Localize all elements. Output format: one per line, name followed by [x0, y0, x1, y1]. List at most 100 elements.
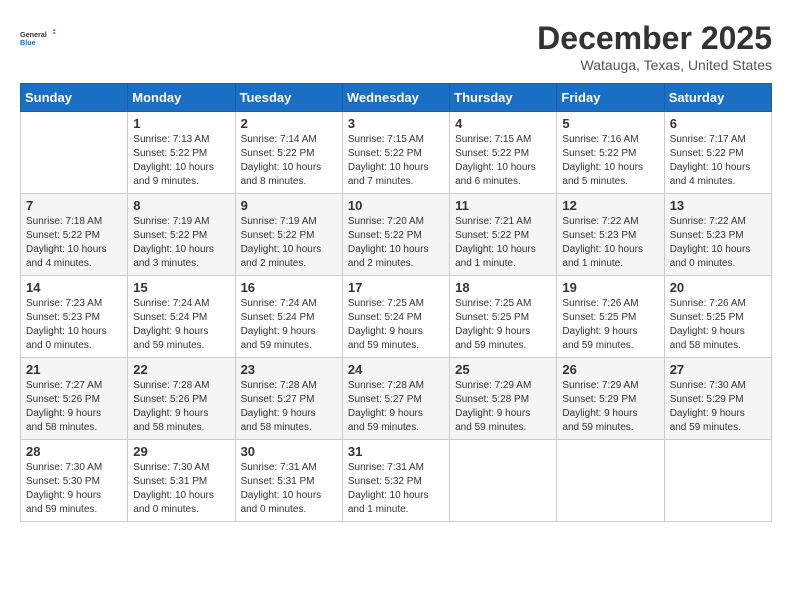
- calendar-cell: 8 Sunrise: 7:19 AMSunset: 5:22 PMDaylight…: [128, 194, 235, 276]
- calendar-cell: 10Sunrise: 7:20 AMSunset: 5:22 PMDayligh…: [342, 194, 449, 276]
- calendar-cell: [557, 440, 664, 522]
- day-info: Sunrise: 7:14 AMSunset: 5:22 PMDaylight:…: [241, 133, 337, 189]
- calendar-cell: [21, 112, 128, 194]
- day-number: 21: [26, 362, 122, 377]
- day-number: 3: [348, 116, 444, 131]
- day-number: 25: [455, 362, 551, 377]
- calendar-cell: 17Sunrise: 7:25 AMSunset: 5:24 PMDayligh…: [342, 276, 449, 358]
- day-number: 11: [455, 198, 551, 213]
- week-row-1: 1 Sunrise: 7:13 AMSunset: 5:22 PMDaylight…: [21, 112, 772, 194]
- day-number: 6: [670, 116, 766, 131]
- day-number: 29: [133, 444, 229, 459]
- day-number: 7: [26, 198, 122, 213]
- calendar-cell: 2 Sunrise: 7:14 AMSunset: 5:22 PMDaylight…: [235, 112, 342, 194]
- calendar-cell: 20 Sunrise: 7:26 AMSunset: 5:25 PMDayligh…: [664, 276, 771, 358]
- day-info: Sunrise: 7:26 AMSunset: 5:25 PMDaylight:…: [670, 297, 766, 353]
- calendar-cell: 5 Sunrise: 7:16 AMSunset: 5:22 PMDaylight…: [557, 112, 664, 194]
- calendar-cell: 1 Sunrise: 7:13 AMSunset: 5:22 PMDaylight…: [128, 112, 235, 194]
- weekday-header-saturday: Saturday: [664, 84, 771, 112]
- logo: General Blue: [20, 20, 56, 56]
- day-number: 24: [348, 362, 444, 377]
- calendar-cell: 19Sunrise: 7:26 AMSunset: 5:25 PMDayligh…: [557, 276, 664, 358]
- calendar-cell: 22 Sunrise: 7:28 AMSunset: 5:26 PMDayligh…: [128, 358, 235, 440]
- day-number: 20: [670, 280, 766, 295]
- weekday-header-sunday: Sunday: [21, 84, 128, 112]
- day-info: Sunrise: 7:29 AMSunset: 5:28 PMDaylight:…: [455, 379, 551, 435]
- day-info: Sunrise: 7:28 AMSunset: 5:27 PMDaylight:…: [241, 379, 337, 435]
- week-row-3: 14 Sunrise: 7:23 AMSunset: 5:23 PMDayligh…: [21, 276, 772, 358]
- day-number: 26: [562, 362, 658, 377]
- day-info: Sunrise: 7:25 AMSunset: 5:25 PMDaylight:…: [455, 297, 551, 353]
- day-info: Sunrise: 7:18 AMSunset: 5:22 PMDaylight:…: [26, 215, 122, 271]
- title-area: December 2025 Watauga, Texas, United Sta…: [537, 20, 772, 73]
- day-number: 2: [241, 116, 337, 131]
- calendar-cell: 21 Sunrise: 7:27 AMSunset: 5:26 PMDayligh…: [21, 358, 128, 440]
- day-info: Sunrise: 7:20 AMSunset: 5:22 PMDaylight:…: [348, 215, 444, 271]
- day-number: 9: [241, 198, 337, 213]
- day-info: Sunrise: 7:17 AMSunset: 5:22 PMDaylight:…: [670, 133, 766, 189]
- day-info: Sunrise: 7:24 AMSunset: 5:24 PMDaylight:…: [133, 297, 229, 353]
- location: Watauga, Texas, United States: [537, 57, 772, 73]
- day-info: Sunrise: 7:21 AMSunset: 5:22 PMDaylight:…: [455, 215, 551, 271]
- day-info: Sunrise: 7:19 AMSunset: 5:22 PMDaylight:…: [241, 215, 337, 271]
- calendar-cell: 25 Sunrise: 7:29 AMSunset: 5:28 PMDayligh…: [450, 358, 557, 440]
- day-info: Sunrise: 7:28 AMSunset: 5:26 PMDaylight:…: [133, 379, 229, 435]
- day-info: Sunrise: 7:28 AMSunset: 5:27 PMDaylight:…: [348, 379, 444, 435]
- day-info: Sunrise: 7:29 AMSunset: 5:29 PMDaylight:…: [562, 379, 658, 435]
- day-number: 19: [562, 280, 658, 295]
- day-number: 12: [562, 198, 658, 213]
- weekday-header-friday: Friday: [557, 84, 664, 112]
- svg-text:General: General: [20, 30, 47, 39]
- calendar-cell: 3 Sunrise: 7:15 AMSunset: 5:22 PMDaylight…: [342, 112, 449, 194]
- weekday-header-thursday: Thursday: [450, 84, 557, 112]
- calendar-cell: 28 Sunrise: 7:30 AMSunset: 5:30 PMDayligh…: [21, 440, 128, 522]
- day-number: 13: [670, 198, 766, 213]
- day-info: Sunrise: 7:30 AMSunset: 5:31 PMDaylight:…: [133, 461, 229, 517]
- calendar-cell: 9 Sunrise: 7:19 AMSunset: 5:22 PMDaylight…: [235, 194, 342, 276]
- day-info: Sunrise: 7:23 AMSunset: 5:23 PMDaylight:…: [26, 297, 122, 353]
- calendar-cell: 11 Sunrise: 7:21 AMSunset: 5:22 PMDayligh…: [450, 194, 557, 276]
- day-number: 4: [455, 116, 551, 131]
- weekday-header-monday: Monday: [128, 84, 235, 112]
- week-row-4: 21 Sunrise: 7:27 AMSunset: 5:26 PMDayligh…: [21, 358, 772, 440]
- calendar-cell: 30Sunrise: 7:31 AMSunset: 5:31 PMDayligh…: [235, 440, 342, 522]
- day-info: Sunrise: 7:30 AMSunset: 5:29 PMDaylight:…: [670, 379, 766, 435]
- calendar-cell: 29 Sunrise: 7:30 AMSunset: 5:31 PMDayligh…: [128, 440, 235, 522]
- day-number: 14: [26, 280, 122, 295]
- day-info: Sunrise: 7:24 AMSunset: 5:24 PMDaylight:…: [241, 297, 337, 353]
- calendar-cell: 26 Sunrise: 7:29 AMSunset: 5:29 PMDayligh…: [557, 358, 664, 440]
- calendar-cell: [664, 440, 771, 522]
- calendar-cell: 24 Sunrise: 7:28 AMSunset: 5:27 PMDayligh…: [342, 358, 449, 440]
- day-info: Sunrise: 7:13 AMSunset: 5:22 PMDaylight:…: [133, 133, 229, 189]
- day-info: Sunrise: 7:27 AMSunset: 5:26 PMDaylight:…: [26, 379, 122, 435]
- page-header: General Blue December 2025 Watauga, Texa…: [20, 20, 772, 73]
- day-number: 27: [670, 362, 766, 377]
- day-info: Sunrise: 7:16 AMSunset: 5:22 PMDaylight:…: [562, 133, 658, 189]
- calendar-cell: 31Sunrise: 7:31 AMSunset: 5:32 PMDayligh…: [342, 440, 449, 522]
- day-number: 18: [455, 280, 551, 295]
- day-number: 23: [241, 362, 337, 377]
- month-title: December 2025: [537, 20, 772, 57]
- calendar-cell: [450, 440, 557, 522]
- calendar: SundayMondayTuesdayWednesdayThursdayFrid…: [20, 83, 772, 522]
- day-info: Sunrise: 7:19 AMSunset: 5:22 PMDaylight:…: [133, 215, 229, 271]
- weekday-header-wednesday: Wednesday: [342, 84, 449, 112]
- day-info: Sunrise: 7:30 AMSunset: 5:30 PMDaylight:…: [26, 461, 122, 517]
- calendar-cell: 6 Sunrise: 7:17 AMSunset: 5:22 PMDaylight…: [664, 112, 771, 194]
- calendar-cell: 13Sunrise: 7:22 AMSunset: 5:23 PMDayligh…: [664, 194, 771, 276]
- day-number: 1: [133, 116, 229, 131]
- day-number: 22: [133, 362, 229, 377]
- calendar-cell: 16Sunrise: 7:24 AMSunset: 5:24 PMDayligh…: [235, 276, 342, 358]
- day-info: Sunrise: 7:15 AMSunset: 5:22 PMDaylight:…: [348, 133, 444, 189]
- day-number: 28: [26, 444, 122, 459]
- day-info: Sunrise: 7:31 AMSunset: 5:32 PMDaylight:…: [348, 461, 444, 517]
- calendar-cell: 7 Sunrise: 7:18 AMSunset: 5:22 PMDaylight…: [21, 194, 128, 276]
- day-info: Sunrise: 7:25 AMSunset: 5:24 PMDaylight:…: [348, 297, 444, 353]
- svg-text:Blue: Blue: [20, 38, 36, 47]
- calendar-cell: 12Sunrise: 7:22 AMSunset: 5:23 PMDayligh…: [557, 194, 664, 276]
- day-number: 5: [562, 116, 658, 131]
- calendar-cell: 27 Sunrise: 7:30 AMSunset: 5:29 PMDayligh…: [664, 358, 771, 440]
- calendar-cell: 4Sunrise: 7:15 AMSunset: 5:22 PMDaylight…: [450, 112, 557, 194]
- calendar-cell: 15Sunrise: 7:24 AMSunset: 5:24 PMDayligh…: [128, 276, 235, 358]
- day-number: 8: [133, 198, 229, 213]
